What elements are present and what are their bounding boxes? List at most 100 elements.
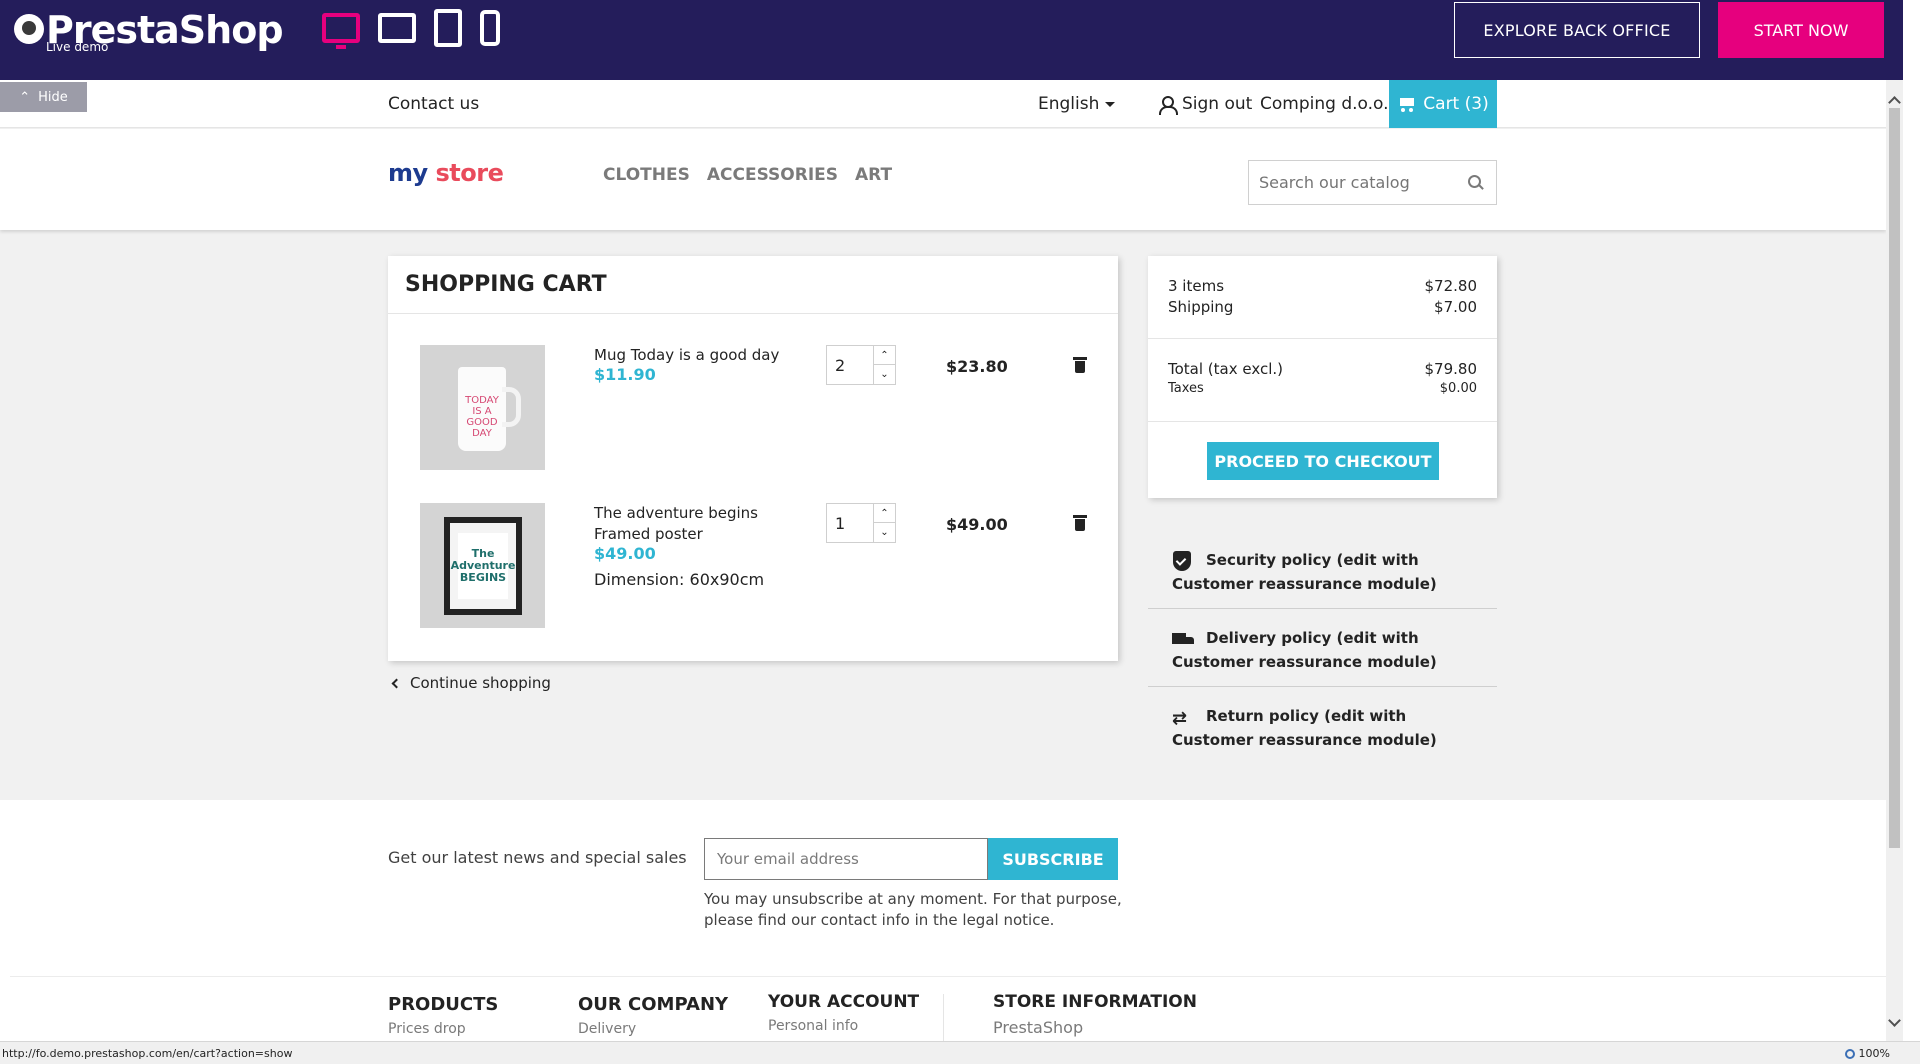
reassurance-security: Security policy (edit with Customer reas… xyxy=(1148,536,1497,609)
desktop-icon[interactable] xyxy=(322,8,360,49)
summary-items-row: 3 items $72.80 xyxy=(1168,277,1477,295)
trash-icon[interactable] xyxy=(1073,513,1087,531)
cart-label: Cart (3) xyxy=(1423,94,1489,114)
poster-picture: The Adventure BEGINS xyxy=(444,517,522,615)
trash-icon[interactable] xyxy=(1073,355,1087,373)
scroll-up-icon[interactable] xyxy=(1888,96,1901,109)
quantity-stepper: ⌃ ⌄ xyxy=(826,503,896,543)
quantity-up-icon[interactable]: ⌃ xyxy=(874,346,895,365)
logo-subtitle: Live demo xyxy=(46,40,109,54)
quantity-down-icon[interactable]: ⌄ xyxy=(874,365,895,384)
shipping-value: $7.00 xyxy=(1434,298,1477,316)
mobile-icon[interactable] xyxy=(480,8,500,48)
footer-col-store-info: STORE INFORMATION PrestaShop xyxy=(993,992,1197,1037)
quantity-up-icon[interactable]: ⌃ xyxy=(874,504,895,523)
quantity-input[interactable] xyxy=(827,504,873,542)
items-subtotal: $72.80 xyxy=(1424,277,1478,295)
browser-status-bar: http://fo.demo.prestashop.com/en/cart?ac… xyxy=(0,1041,1920,1064)
newsletter-text: Get our latest news and special sales xyxy=(388,848,687,867)
product-image-poster[interactable]: The Adventure BEGINS xyxy=(420,503,545,628)
start-now-button[interactable]: START NOW xyxy=(1718,2,1884,58)
quantity-input[interactable] xyxy=(827,346,873,384)
cart-summary: 3 items $72.80 Shipping $7.00 Total (tax… xyxy=(1148,256,1497,498)
continue-shopping-label: Continue shopping xyxy=(410,674,551,692)
product-name[interactable]: Mug Today is a good day xyxy=(594,345,814,366)
tablet-landscape-icon[interactable] xyxy=(378,8,416,48)
footer-link[interactable]: Personal info xyxy=(768,1018,919,1034)
divider xyxy=(1148,338,1497,339)
proceed-to-checkout-button[interactable]: PROCEED TO CHECKOUT xyxy=(1207,442,1439,480)
footer-heading: STORE INFORMATION xyxy=(993,992,1197,1012)
cart-icon xyxy=(1397,96,1417,112)
attribute-label: Dimension: xyxy=(594,570,685,589)
account-name-link[interactable]: Comping d.o.o. xyxy=(1260,94,1389,114)
line-total: $49.00 xyxy=(946,515,1008,534)
store-logo[interactable]: my store xyxy=(388,159,504,187)
cart-item: The Adventure BEGINS The adventure begin… xyxy=(388,503,1118,633)
cart-title: SHOPPING CART xyxy=(388,256,1118,314)
product-attribute: Dimension: 60x90cm xyxy=(594,570,764,589)
header: my store CLOTHES ACCESSORIES ART xyxy=(0,129,1886,230)
reassurance-delivery: Delivery policy (edit with Customer reas… xyxy=(1148,614,1497,687)
footer-heading: PRODUCTS xyxy=(388,994,499,1015)
footer-heading: OUR COMPANY xyxy=(578,994,729,1015)
cart-button[interactable]: Cart (3) xyxy=(1389,80,1497,128)
reassurance-text: Delivery policy (edit with Customer reas… xyxy=(1172,629,1437,671)
product-price: $11.90 xyxy=(594,365,656,384)
vertical-scrollbar[interactable] xyxy=(1886,80,1903,1041)
newsletter-note: You may unsubscribe at any moment. For t… xyxy=(704,890,1122,929)
logo-store: store xyxy=(435,159,504,187)
taxes-value: $0.00 xyxy=(1439,381,1477,396)
subscribe-button[interactable]: SUBSCRIBE xyxy=(988,838,1118,880)
shield-icon xyxy=(1172,550,1192,571)
search-box xyxy=(1248,160,1497,205)
chevron-up-icon: ⌃ xyxy=(19,89,31,105)
menu-item-clothes[interactable]: CLOTHES xyxy=(603,165,690,185)
reassurance-return: ⇄ Return policy (edit with Customer reass… xyxy=(1148,692,1497,764)
newsletter-email-input[interactable]: Your email address xyxy=(704,838,988,880)
scrollbar-thumb[interactable] xyxy=(1889,108,1900,848)
explore-back-office-button[interactable]: EXPLORE BACK OFFICE xyxy=(1454,2,1700,58)
status-url: http://fo.demo.prestashop.com/en/cart?ac… xyxy=(2,1047,293,1060)
footer-link[interactable]: Delivery xyxy=(578,1021,728,1037)
demo-bar: PrestaShop Live demo EXPLORE BACK OFFICE… xyxy=(0,0,1920,80)
logo-my: my xyxy=(388,159,428,187)
reassurance-text: Return policy (edit with Customer reassu… xyxy=(1172,707,1437,749)
continue-shopping-link[interactable]: Continue shopping xyxy=(391,674,551,692)
scroll-down-icon[interactable] xyxy=(1888,1014,1901,1027)
mug-picture: TODAY IS A GOOD DAY xyxy=(458,367,521,451)
items-count: 3 items xyxy=(1168,277,1225,295)
language-selector[interactable]: English xyxy=(1038,94,1116,114)
cart-container: SHOPPING CART TODAY IS A GOOD DAY Mug To… xyxy=(388,256,1118,661)
divider xyxy=(10,976,1886,977)
hide-button[interactable]: ⌃ Hide xyxy=(0,82,87,112)
sign-out-link[interactable]: Sign out xyxy=(1158,94,1253,115)
contact-us-link[interactable]: Contact us xyxy=(388,94,479,114)
total-value: $79.80 xyxy=(1424,360,1478,378)
menu-item-art[interactable]: ART xyxy=(855,165,892,185)
taxes-label: Taxes xyxy=(1168,381,1204,396)
footer-col-products: PRODUCTS Prices drop xyxy=(388,994,498,1037)
user-icon xyxy=(1158,95,1178,115)
puffin-icon xyxy=(14,14,44,44)
search-icon[interactable] xyxy=(1468,175,1484,191)
prestashop-logo[interactable]: PrestaShop Live demo xyxy=(14,8,284,54)
quantity-down-icon[interactable]: ⌄ xyxy=(874,523,895,542)
footer-link[interactable]: Prices drop xyxy=(388,1021,498,1037)
summary-taxes-row: Taxes $0.00 xyxy=(1168,381,1477,396)
tablet-portrait-icon[interactable] xyxy=(434,8,462,48)
footer-heading: YOUR ACCOUNT xyxy=(768,992,920,1012)
divider xyxy=(943,994,944,1041)
quantity-stepper: ⌃ ⌄ xyxy=(826,345,896,385)
chevron-left-icon xyxy=(391,678,402,688)
product-image-mug[interactable]: TODAY IS A GOOD DAY xyxy=(420,345,545,470)
product-name[interactable]: The adventure begins Framed poster xyxy=(594,503,814,545)
sign-out-label: Sign out xyxy=(1182,94,1253,114)
language-label: English xyxy=(1038,94,1100,114)
truck-icon xyxy=(1172,629,1194,649)
search-input[interactable] xyxy=(1249,161,1449,204)
zoom-control[interactable]: 100% xyxy=(1844,1047,1890,1060)
cart-item: TODAY IS A GOOD DAY Mug Today is a good … xyxy=(388,345,1118,475)
divider xyxy=(1148,421,1497,422)
menu-item-accessories[interactable]: ACCESSORIES xyxy=(707,165,838,185)
